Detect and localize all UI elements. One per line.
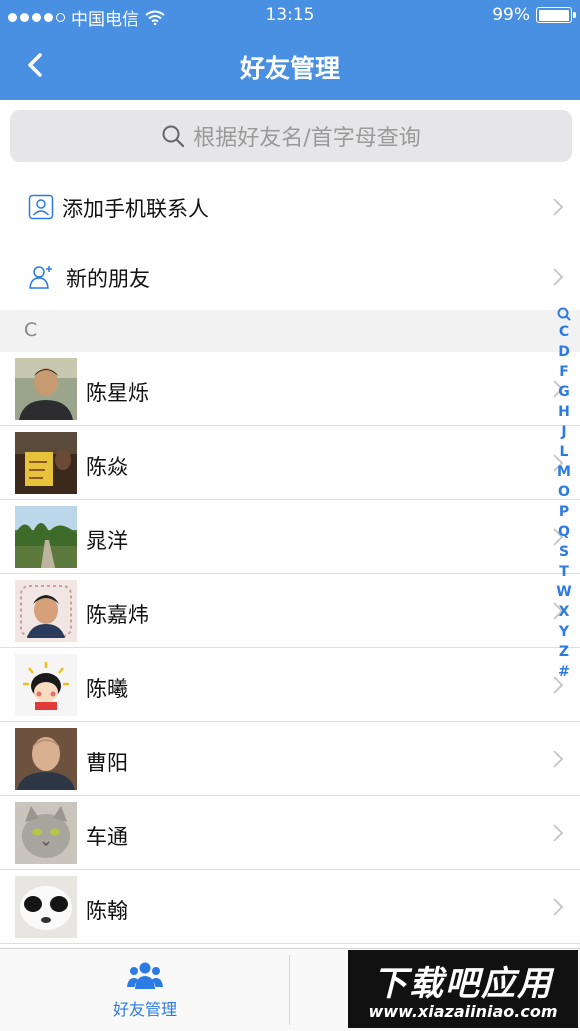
- contact-row[interactable]: 陈嘉炜: [0, 574, 580, 648]
- chevron-right-icon: [553, 268, 564, 286]
- status-bar: 中国电信 13:15 99%: [0, 0, 580, 30]
- contact-name: 陈曦: [86, 677, 128, 701]
- avatar: [15, 358, 77, 420]
- contact-name: 陈翰: [86, 899, 128, 923]
- tab-friend-management[interactable]: 好友管理: [0, 949, 290, 1031]
- alphabet-index[interactable]: C D F G H J L M O P Q S T W X Y Z #: [555, 306, 573, 682]
- avatar: [15, 728, 77, 790]
- chevron-right-icon: [553, 824, 564, 842]
- chevron-right-icon: [553, 898, 564, 916]
- index-letter[interactable]: T: [559, 562, 569, 582]
- index-letter[interactable]: Y: [559, 622, 569, 642]
- index-letter[interactable]: X: [559, 602, 570, 622]
- contact-row[interactable]: 晁洋: [0, 500, 580, 574]
- contact-name: 曹阳: [86, 751, 128, 775]
- add-phone-contacts-row[interactable]: 添加手机联系人: [0, 172, 580, 242]
- tab-label: 好友管理: [112, 1000, 177, 1019]
- search-icon: [162, 125, 185, 148]
- contact-row[interactable]: 陈翰: [0, 870, 580, 944]
- battery-percent: 99%: [492, 5, 530, 25]
- add-friend-icon: [29, 266, 52, 289]
- contact-name: 陈星烁: [86, 381, 149, 405]
- index-letter[interactable]: M: [557, 462, 571, 482]
- search-container: 根据好友名/首字母查询: [0, 100, 580, 172]
- index-search-icon[interactable]: [557, 306, 571, 322]
- avatar: [15, 654, 77, 716]
- navigation-bar: 好友管理: [0, 30, 580, 100]
- avatar: [15, 506, 77, 568]
- chevron-right-icon: [553, 750, 564, 768]
- new-friends-row[interactable]: 新的朋友: [0, 242, 580, 312]
- index-letter[interactable]: Q: [558, 522, 570, 542]
- index-letter[interactable]: Z: [559, 642, 569, 662]
- contact-row[interactable]: 陈曦: [0, 648, 580, 722]
- index-letter[interactable]: G: [558, 382, 570, 402]
- index-letter[interactable]: W: [556, 582, 571, 602]
- index-letter[interactable]: D: [558, 342, 570, 362]
- contact-row[interactable]: 车通: [0, 796, 580, 870]
- avatar: [15, 876, 77, 938]
- index-letter[interactable]: O: [558, 482, 570, 502]
- index-letter[interactable]: P: [559, 502, 569, 522]
- tab-divider: [289, 955, 290, 1025]
- battery-icon: [536, 7, 576, 23]
- index-letter[interactable]: J: [561, 422, 566, 442]
- contact-name: 陈嘉炜: [86, 603, 149, 627]
- avatar: [15, 802, 77, 864]
- contact-card-icon: [28, 194, 54, 220]
- index-letter[interactable]: #: [558, 662, 570, 682]
- new-friends-label: 新的朋友: [66, 267, 150, 291]
- contact-name: 陈焱: [86, 455, 128, 479]
- friends-group-icon: [127, 962, 163, 989]
- chevron-right-icon: [553, 198, 564, 216]
- index-letter[interactable]: H: [558, 402, 570, 422]
- page-title: 好友管理: [239, 54, 340, 83]
- index-letter[interactable]: S: [559, 542, 569, 562]
- add-phone-contacts-label: 添加手机联系人: [62, 197, 209, 221]
- contact-row[interactable]: 陈焱: [0, 426, 580, 500]
- section-letter: C: [24, 319, 38, 341]
- watermark-logo: 下载吧应用 www.xiazaiiniao.com: [348, 950, 578, 1028]
- index-letter[interactable]: F: [559, 362, 569, 382]
- contact-name: 车通: [86, 825, 128, 849]
- section-header-c: C: [0, 310, 580, 352]
- index-letter[interactable]: C: [559, 322, 569, 342]
- contact-row[interactable]: 曹阳: [0, 722, 580, 796]
- search-input[interactable]: 根据好友名/首字母查询: [10, 110, 572, 162]
- search-placeholder: 根据好友名/首字母查询: [193, 126, 421, 151]
- avatar: [15, 432, 77, 494]
- contact-row[interactable]: 陈星烁: [0, 352, 580, 426]
- watermark-url: www.xiazaiiniao.com: [368, 1002, 558, 1021]
- avatar: [15, 580, 77, 642]
- index-letter[interactable]: L: [560, 442, 569, 462]
- contact-name: 晁洋: [86, 529, 128, 553]
- watermark-title: 下载吧应用: [373, 964, 553, 1004]
